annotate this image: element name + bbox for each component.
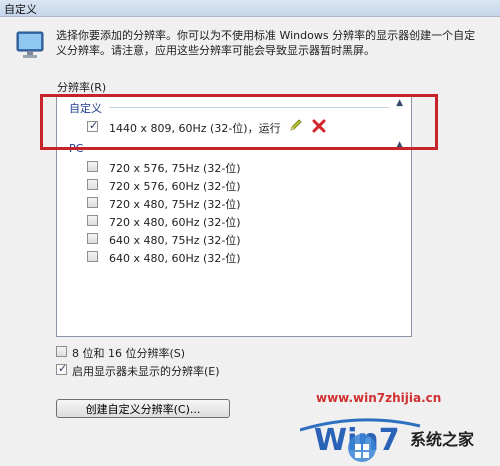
checkbox[interactable]: ✓ bbox=[56, 362, 68, 375]
resolution-label: 640 x 480, 60Hz (32-位) bbox=[109, 252, 241, 265]
list-item[interactable]: 720 x 480, 60Hz (32-位) bbox=[87, 214, 387, 230]
resolution-label: 720 x 576, 60Hz (32-位) bbox=[109, 180, 241, 193]
list-item[interactable]: 640 x 480, 75Hz (32-位) bbox=[87, 232, 387, 248]
resolution-label: 720 x 480, 60Hz (32-位) bbox=[109, 216, 241, 229]
checkbox[interactable] bbox=[87, 215, 98, 226]
list-item[interactable]: 720 x 480, 75Hz (32-位) bbox=[87, 196, 387, 212]
option-label: 8 位和 16 位分辨率(S) bbox=[72, 347, 186, 360]
create-custom-resolution-button[interactable]: 创建自定义分辨率(C)... bbox=[56, 399, 230, 418]
resolution-label: 720 x 576, 75Hz (32-位) bbox=[109, 162, 241, 175]
checkbox[interactable] bbox=[87, 179, 98, 190]
list-item[interactable]: 720 x 576, 75Hz (32-位) bbox=[87, 160, 387, 176]
checkbox[interactable] bbox=[87, 197, 98, 208]
list-item[interactable]: 640 x 480, 60Hz (32-位) bbox=[87, 250, 387, 266]
checkbox[interactable] bbox=[87, 161, 98, 172]
checkbox[interactable] bbox=[56, 346, 67, 357]
custom-resolution-dialog: 自定义 选择你要添加的分辨率。你可以为不使用标准 Windows 分辨率的显示器… bbox=[0, 0, 500, 466]
checkbox[interactable] bbox=[87, 233, 98, 244]
resolution-label: 640 x 480, 75Hz (32-位) bbox=[109, 234, 241, 247]
window-title: 自定义 bbox=[4, 3, 37, 16]
list-item[interactable]: 720 x 576, 60Hz (32-位) bbox=[87, 178, 387, 194]
check-icon: ✓ bbox=[58, 362, 68, 375]
watermark-brand: 系统之家 bbox=[410, 430, 475, 449]
title-bar[interactable]: 自定义 bbox=[0, 0, 500, 17]
resolution-list-label: 分辨率(R) bbox=[57, 81, 107, 94]
checkbox[interactable] bbox=[87, 251, 98, 262]
highlight-annotation bbox=[40, 94, 438, 150]
resolution-label: 720 x 480, 75Hz (32-位) bbox=[109, 198, 241, 211]
intro-text: 选择你要添加的分辨率。你可以为不使用标准 Windows 分辨率的显示器创建一个… bbox=[56, 29, 476, 57]
option-label: 启用显示器未显示的分辨率(E) bbox=[72, 365, 220, 378]
monitor-icon bbox=[16, 31, 44, 58]
